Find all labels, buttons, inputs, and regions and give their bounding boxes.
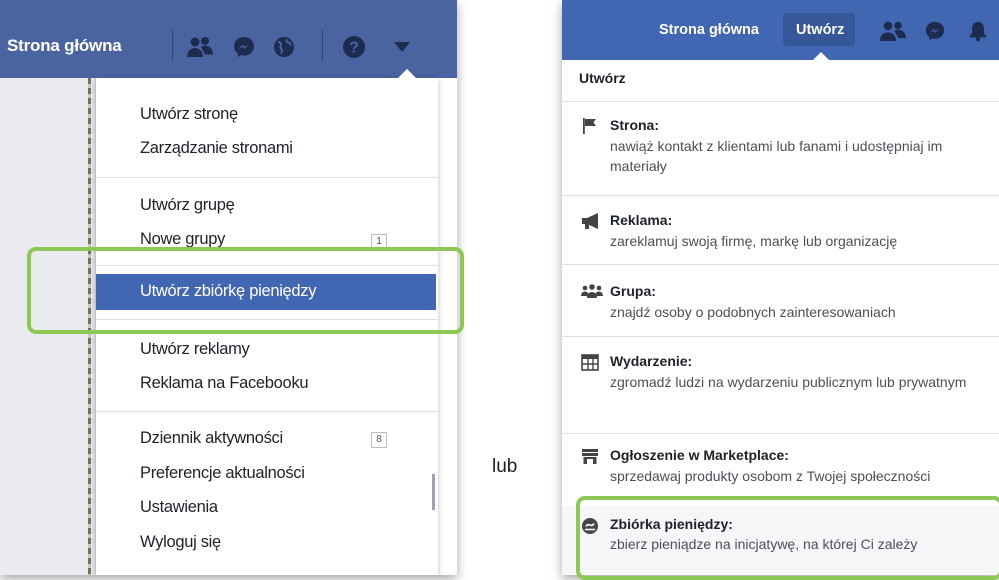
menu-divider	[562, 264, 999, 265]
top-navigation-bar: Strona główna Utwórz	[562, 0, 999, 60]
create-group-item[interactable]: Grupa: znajdź osoby o podobnych zaintere…	[562, 283, 999, 328]
flag-icon	[583, 118, 596, 134]
menu-item-create-group[interactable]: Utwórz grupę	[140, 196, 235, 215]
activity-log-count-badge: 8	[371, 432, 387, 448]
calendar-icon	[581, 354, 599, 371]
menu-divider	[562, 336, 999, 337]
create-marketplace-listing-item[interactable]: Ogłoszenie w Marketplace: sprzedawaj pro…	[562, 447, 999, 492]
item-title: Ogłoszenie w Marketplace:	[610, 447, 789, 463]
menu-item-news-feed-preferences[interactable]: Preferencje aktualności	[140, 464, 305, 483]
menu-divider	[562, 433, 999, 434]
group-icon	[581, 284, 603, 298]
menu-divider	[562, 101, 999, 102]
green-highlight-frame	[27, 247, 464, 334]
create-event-item[interactable]: Wydarzenie: zgromadź ludzi na wydarzeniu…	[562, 353, 999, 423]
create-ad-item[interactable]: Reklama: zareklamuj swoją firmę, markę l…	[562, 212, 999, 257]
create-button-label: Utwórz	[796, 22, 845, 38]
item-description: zareklamuj swoją firmę, markę lub organi…	[610, 233, 898, 249]
menu-divider	[96, 177, 438, 178]
messenger-icon[interactable]	[924, 20, 946, 42]
item-description: nawiąż kontakt z klientami lub fanami i …	[610, 138, 943, 174]
home-link[interactable]: Strona główna	[659, 22, 759, 38]
menu-item-log-out[interactable]: Wyloguj się	[140, 533, 221, 552]
item-description: zgromadź ludzi na wydarzeniu publicznym …	[610, 374, 967, 390]
globe-icon[interactable]	[272, 35, 296, 59]
item-title: Wydarzenie:	[610, 353, 693, 369]
create-page-item[interactable]: Strona: nawiąż kontakt z klientami lub f…	[562, 117, 999, 187]
item-description: znajdź osoby o podobnych zainteresowania…	[610, 304, 896, 320]
friends-icon[interactable]	[186, 35, 214, 59]
menu-divider	[96, 411, 438, 412]
create-menu-header: Utwórz	[579, 70, 626, 86]
menu-item-activity-log[interactable]: Dziennik aktywności	[140, 429, 283, 448]
help-icon[interactable]: ?	[342, 35, 366, 59]
nav-divider	[322, 30, 323, 62]
shop-icon	[582, 449, 598, 464]
scrollbar-thumb[interactable]	[432, 474, 435, 510]
right-screenshot: Strona główna Utwórz Utwórz Strona: nawi…	[562, 0, 999, 575]
friends-icon[interactable]	[880, 20, 906, 42]
menu-divider	[562, 195, 999, 196]
green-highlight-frame	[576, 496, 999, 580]
item-title: Reklama:	[610, 212, 673, 228]
item-description: sprzedawaj produkty osobom z Twojej społ…	[610, 468, 931, 484]
nav-divider	[172, 30, 173, 62]
notifications-icon[interactable]	[967, 20, 989, 42]
dropdown-arrow-icon[interactable]	[393, 40, 411, 54]
menu-item-settings[interactable]: Ustawienia	[140, 498, 218, 517]
or-separator-text: lub	[492, 456, 518, 477]
home-link[interactable]: Strona główna	[7, 36, 122, 56]
menu-item-advertising-on-facebook[interactable]: Reklama na Facebooku	[140, 374, 309, 393]
menu-item-create-page[interactable]: Utwórz stronę	[140, 105, 238, 124]
item-title: Strona:	[610, 117, 659, 133]
menu-item-manage-pages[interactable]: Zarządzanie stronami	[140, 139, 293, 158]
create-button[interactable]: Utwórz	[783, 13, 855, 46]
svg-text:?: ?	[349, 40, 359, 57]
dropdown-pointer	[398, 69, 416, 78]
menu-item-create-ads[interactable]: Utwórz reklamy	[140, 340, 250, 359]
dropdown-pointer	[813, 52, 829, 60]
item-title: Grupa:	[610, 283, 656, 299]
top-navigation-bar: Strona główna ?	[0, 0, 457, 78]
messenger-icon[interactable]	[232, 35, 256, 59]
megaphone-icon	[582, 213, 598, 229]
